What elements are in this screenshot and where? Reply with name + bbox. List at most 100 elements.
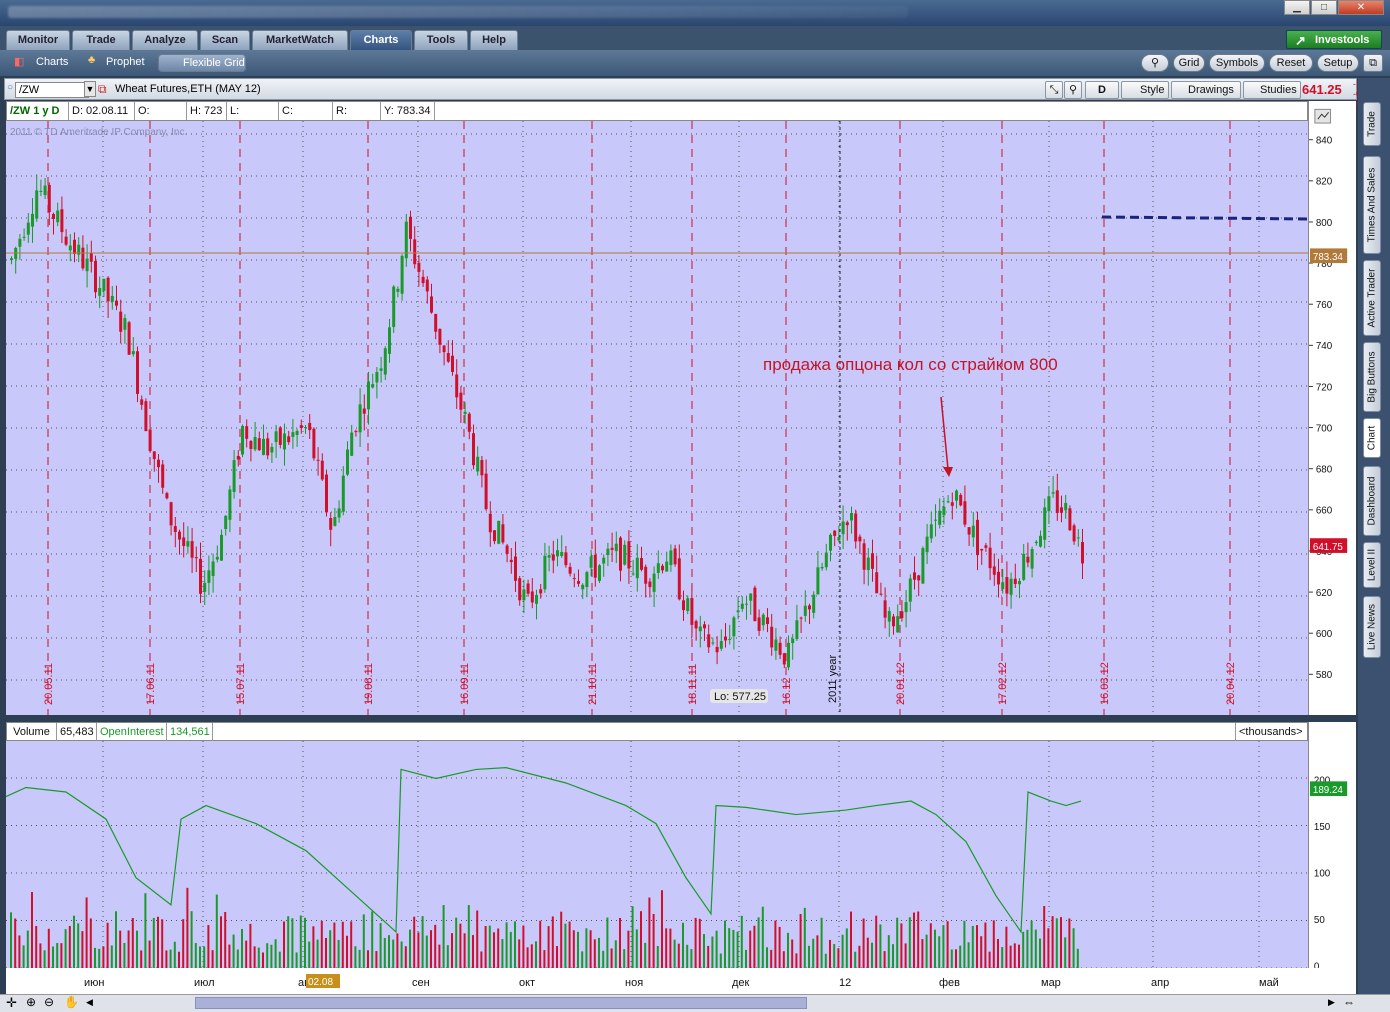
annotation-text[interactable]: продажа опцона кол со страйком 800 (763, 355, 1058, 374)
maximize-button[interactable]: □ (1311, 0, 1337, 15)
candle-body (866, 557, 870, 571)
scroll-left-icon[interactable]: ◀ (86, 997, 93, 1008)
sidebar-tab-dashboard[interactable]: Dashboard (1363, 466, 1381, 536)
tab-scan[interactable]: Scan (200, 30, 250, 50)
candle-body (47, 184, 51, 213)
tab-tools[interactable]: Tools (414, 30, 468, 50)
price-axis[interactable]: 8408208007807607407207006806606406206005… (1308, 101, 1356, 715)
drawings-button[interactable]: Drawings (1171, 81, 1241, 99)
volume-bar (14, 918, 17, 968)
volume-bar (1013, 943, 1016, 968)
style-button[interactable]: Style (1121, 81, 1169, 99)
chart-scrollbar[interactable]: ✛ ⊕ ⊖ ✋ ◀ ▶ ⇔ (0, 994, 1390, 1012)
symbols-button[interactable]: Symbols (1209, 54, 1265, 72)
tab-analyze[interactable]: Analyze (132, 30, 198, 50)
volume-bar (127, 930, 130, 968)
price-tick-label: 720 (1316, 382, 1333, 393)
setup-button[interactable]: Setup (1317, 54, 1359, 72)
volume-bar (451, 933, 453, 968)
sidebar-tab-trade[interactable]: Trade (1363, 102, 1381, 146)
candle-body (501, 524, 505, 543)
symbol-input[interactable]: /ZW (15, 82, 89, 98)
subtab-flexible-grid[interactable]: Flexible Grid (158, 54, 246, 72)
aggregation-button[interactable]: D (1085, 81, 1119, 99)
sidebar-tab-chart[interactable]: Chart (1363, 418, 1381, 458)
magnify-tool-icon[interactable]: ⚲ (1064, 81, 1082, 99)
volume-bar (946, 921, 949, 968)
candle-body (39, 190, 43, 192)
grid-button[interactable]: Grid (1173, 54, 1205, 72)
price-chart[interactable]: 2011 © TD Ameritrade IP Company, Inc. пр… (6, 121, 1308, 715)
volume-axis[interactable]: 200150100500 189.24 (1308, 722, 1356, 968)
subtab-charts[interactable]: Charts (36, 56, 68, 68)
volume-bar (795, 953, 798, 968)
studies-button[interactable]: Studies (1243, 81, 1301, 99)
zoom-tool-icon[interactable]: ⤡ (1045, 81, 1063, 99)
volume-bar (476, 910, 479, 968)
candle-body (816, 567, 820, 595)
candle-body (610, 547, 614, 550)
zoom-out-icon[interactable]: ⊖ (44, 995, 54, 1009)
volume-bar (249, 923, 252, 968)
investools-button[interactable]: ↗ Investools (1286, 30, 1382, 49)
zoom-in-icon[interactable]: ⊕ (26, 995, 36, 1009)
volume-bar (539, 920, 542, 968)
scroll-thumb[interactable] (195, 997, 807, 1009)
pan-hand-icon[interactable]: ✋ (64, 995, 79, 1009)
close-button[interactable]: ✕ (1338, 0, 1384, 15)
scroll-right-icon[interactable]: ▶ (1328, 997, 1335, 1008)
year-label: 2011 year (827, 655, 839, 703)
candle-body (518, 578, 522, 601)
sidebar-tab-live-news[interactable]: Live News (1363, 596, 1381, 658)
volume-bar (543, 950, 546, 968)
volume-bar (253, 946, 256, 968)
volume-bar (455, 917, 458, 968)
candle-body (740, 603, 744, 609)
volume-bar (442, 905, 445, 968)
link-icon-button[interactable]: ⚲ (1141, 54, 1169, 72)
volume-bar (892, 944, 894, 968)
candle-body (304, 427, 307, 429)
sidebar-tab-big-buttons[interactable]: Big Buttons (1363, 342, 1381, 412)
candle-body (1005, 577, 1009, 594)
candle-body (942, 506, 946, 516)
candle-body (761, 614, 765, 626)
right-sidebar: Trade Times And Sales Active Trader Big … (1358, 78, 1390, 994)
axis-settings-icon[interactable] (1314, 108, 1332, 124)
tab-charts[interactable]: Charts (350, 30, 412, 50)
tab-monitor[interactable]: Monitor (6, 30, 70, 50)
volume-bar (186, 887, 189, 968)
volume-bar (581, 951, 584, 968)
charts-icon: ◧ (14, 56, 25, 68)
strike-800-line[interactable] (1101, 215, 1308, 221)
volume-chart[interactable] (6, 741, 1308, 968)
sidebar-tab-times-and-sales[interactable]: Times And Sales (1363, 156, 1381, 254)
symbol-dropdown-icon[interactable]: ▼ (84, 81, 96, 97)
detach-icon[interactable]: ⧉ (1363, 54, 1383, 72)
time-axis[interactable]: июн июл ав сен окт ноя дек 12 фев мар апр май 02.08 (6, 968, 1356, 994)
minimize-button[interactable]: ▁ (1284, 0, 1310, 15)
volume-bar (988, 951, 991, 968)
volume-bar (816, 935, 819, 968)
subtab-prophet[interactable]: Prophet (106, 56, 145, 68)
volume-bar (703, 934, 705, 968)
candle-body (228, 489, 232, 520)
volume-bar (64, 929, 67, 968)
candle-body (1026, 556, 1030, 563)
candle-body (68, 245, 72, 251)
info-open: O: 677.25 (135, 102, 187, 135)
sidebar-tab-level-ii[interactable]: Level II (1363, 542, 1381, 588)
tab-help[interactable]: Help (470, 30, 518, 50)
reset-button[interactable]: Reset (1269, 54, 1313, 72)
candle-body (451, 355, 454, 372)
date-label: 17.06.11 (145, 663, 157, 705)
crosshair-icon[interactable]: ✛ (6, 995, 17, 1011)
tab-trade[interactable]: Trade (72, 30, 130, 50)
info-range: R: 58.75 (333, 102, 381, 135)
info-close: C: 721.75 (279, 102, 333, 135)
symbol-info-icon[interactable]: ⧉ (98, 82, 107, 97)
sidebar-tab-active-trader[interactable]: Active Trader (1363, 260, 1381, 336)
volume-bar (1026, 929, 1029, 968)
expand-icon[interactable]: ⇔ (1343, 995, 1355, 1009)
tab-marketwatch[interactable]: MarketWatch (252, 30, 348, 50)
